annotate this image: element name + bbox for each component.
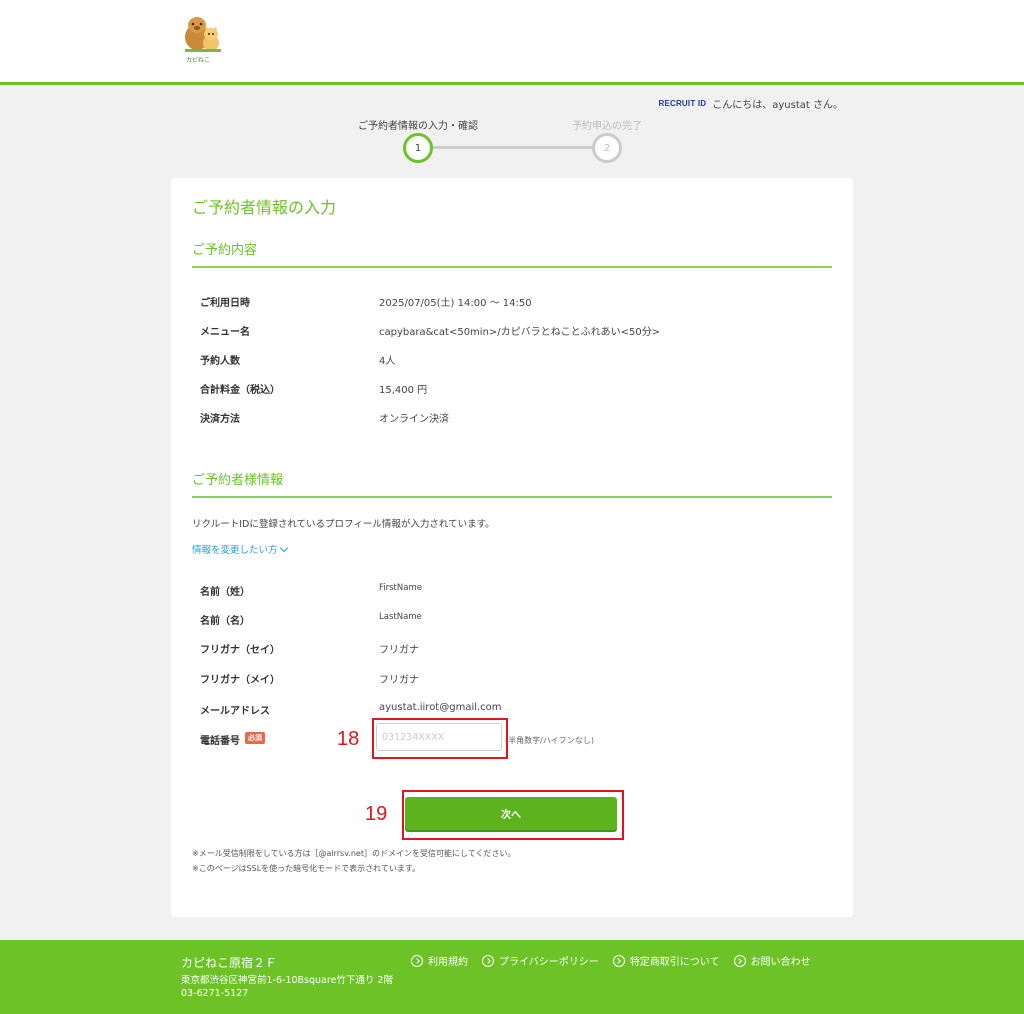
row-label: 名前（姓） xyxy=(200,587,250,598)
change-info-label: 情報を変更したい方 xyxy=(192,545,278,556)
row-value: FirstName xyxy=(379,583,422,593)
row-label: ご利用日時 xyxy=(200,298,250,309)
row-value: 2025/07/05(土) 14:00 〜 14:50 xyxy=(379,298,532,309)
circle-arrow-icon xyxy=(411,954,423,967)
reservation-row-total: 合計料金（税込） 15,400 円 xyxy=(200,381,820,396)
footer-link-privacy[interactable]: プライバシーポリシー xyxy=(482,953,599,968)
reservation-row-people: 予約人数 4人 xyxy=(200,352,820,367)
annotation-box-next xyxy=(402,790,624,840)
footer-link-label: プライバシーポリシー xyxy=(499,957,599,968)
step-2-label: 予約申込の完了 xyxy=(572,121,642,132)
footer-link-commerce[interactable]: 特定商取引について xyxy=(612,953,720,968)
annotation-number-18: 18 xyxy=(337,728,360,750)
chevron-down-icon xyxy=(279,543,288,553)
customer-row-kana-first: フリガナ（メイ） フリガナ xyxy=(200,671,820,686)
row-label: 名前（名） xyxy=(200,616,250,627)
row-value: オンライン決済 xyxy=(379,414,449,425)
step-2-circle: 2 xyxy=(592,133,622,163)
footer-link-label: 特定商取引について xyxy=(629,957,720,968)
phone-hint: (半角数字/ハイフンなし) xyxy=(505,736,594,745)
circle-arrow-icon xyxy=(612,954,625,967)
row-value: ayustat.iirot@gmail.com xyxy=(379,702,502,713)
reservation-section-title: ご予約内容 xyxy=(192,239,832,268)
required-badge: 必須 xyxy=(245,732,265,744)
row-label: 予約人数 xyxy=(200,356,240,367)
mail-restriction-note: ※メール受信制限をしている方は［@airrsv.net］のドメインを受信可能にし… xyxy=(192,849,516,858)
row-value: フリガナ xyxy=(379,645,419,656)
row-label: メニュー名 xyxy=(200,327,250,338)
shop-address: 東京都渋谷区神宮前1-6-10Bsquare竹下通り 2階 xyxy=(181,975,393,986)
phone-label: 電話番号 xyxy=(200,736,240,747)
row-label: 合計料金（税込） xyxy=(200,385,280,396)
footer-link-contact[interactable]: お問い合わせ xyxy=(733,953,811,968)
logo-text: カピねこ xyxy=(186,57,211,64)
reservation-row-menu: メニュー名 capybara&cat<50min>/カピバラとねことふれあい<5… xyxy=(200,323,820,338)
footer-link-label: 利用規約 xyxy=(428,957,468,968)
change-info-link[interactable]: 情報を変更したい方 xyxy=(192,542,288,556)
step-1-circle: 1 xyxy=(403,133,433,163)
row-label: 決済方法 xyxy=(200,414,240,425)
footer-link-terms[interactable]: 利用規約 xyxy=(411,953,468,968)
row-value: capybara&cat<50min>/カピバラとねことふれあい<50分> xyxy=(379,327,661,338)
shop-name: カピねこ原宿２Ｆ xyxy=(181,956,278,970)
row-value: フリガナ xyxy=(379,675,419,686)
row-label: フリガナ（メイ） xyxy=(200,675,280,686)
ssl-note: ※このページはSSLを使った暗号化モードで表示されています。 xyxy=(192,864,421,873)
customer-row-last-name: 名前（姓） FirstName xyxy=(200,583,820,598)
circle-arrow-icon xyxy=(733,954,746,967)
circle-arrow-icon xyxy=(482,954,494,967)
greeting-text: こんにちは、ayustat さん。 xyxy=(712,100,843,111)
customer-section-title: ご予約者様情報 xyxy=(192,469,832,498)
row-label: フリガナ（セイ） xyxy=(200,645,280,656)
recruit-id-logo[interactable]: RECRUIT ID xyxy=(658,99,706,108)
profile-note: リクルートIDに登録されているプロフィール情報が入力されています。 xyxy=(192,519,495,530)
row-value: LastName xyxy=(379,612,422,622)
row-value: 15,400 円 xyxy=(379,385,428,396)
footer-link-label: お問い合わせ xyxy=(750,957,811,968)
stepper-line xyxy=(430,146,595,149)
row-label: メールアドレス xyxy=(200,706,270,717)
page-title: ご予約者情報の入力 xyxy=(192,198,337,217)
shop-phone: 03-6271-5127 xyxy=(181,988,249,999)
customer-row-first-name: 名前（名） LastName xyxy=(200,612,820,627)
annotation-number-19: 19 xyxy=(365,803,388,825)
account-greeting: RECRUIT ID こんにちは、ayustat さん。 xyxy=(658,96,843,111)
site-header: カピねこ xyxy=(0,0,1024,85)
reservation-row-datetime: ご利用日時 2025/07/05(土) 14:00 〜 14:50 xyxy=(200,294,820,309)
step-1-label: ご予約者情報の入力・確認 xyxy=(358,121,478,132)
footer-links: 利用規約 プライバシーポリシー 特定商取引について お問い合わせ xyxy=(411,953,811,968)
annotation-box-phone xyxy=(372,718,508,759)
row-value: 4人 xyxy=(379,356,396,367)
site-footer: カピねこ原宿２Ｆ 東京都渋谷区神宮前1-6-10Bsquare竹下通り 2階 0… xyxy=(0,940,1024,1014)
customer-row-kana-last: フリガナ（セイ） フリガナ xyxy=(200,641,820,656)
customer-row-email: メールアドレス ayustat.iirot@gmail.com xyxy=(200,702,820,717)
reservation-row-payment: 決済方法 オンライン決済 xyxy=(200,410,820,425)
